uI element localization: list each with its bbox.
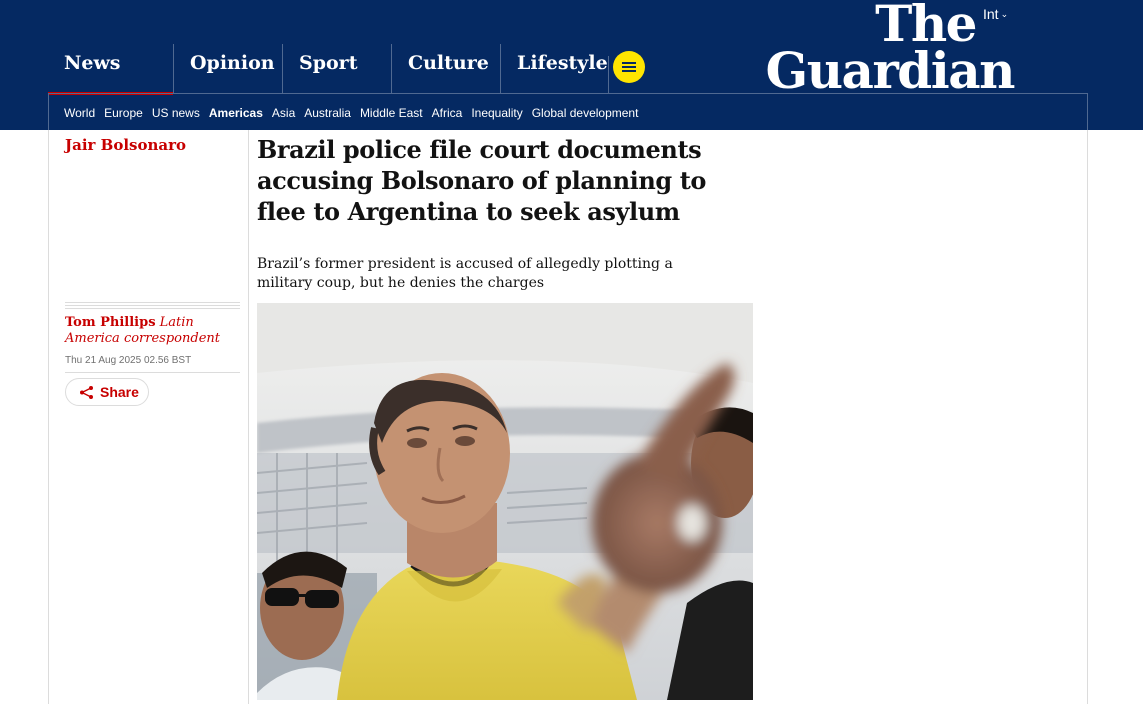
subnav-item-americas[interactable]: Americas xyxy=(209,106,263,120)
byline: Tom Phillips Latin America correspondent xyxy=(65,315,243,347)
column-divider-left xyxy=(48,130,49,704)
logo-line-2: Guardian xyxy=(765,41,1016,100)
pillar-culture[interactable]: Culture xyxy=(391,44,500,94)
pillar-divider xyxy=(608,56,609,94)
meta-divider xyxy=(65,372,240,373)
pillar-opinion[interactable]: Opinion xyxy=(173,44,282,94)
subnav-item-australia[interactable]: Australia xyxy=(304,106,351,120)
pillar-lifestyle[interactable]: Lifestyle xyxy=(500,44,609,94)
logo-line-1: The xyxy=(875,0,977,53)
subnav-item-us-news[interactable]: US news xyxy=(152,106,200,120)
subnav-item-asia[interactable]: Asia xyxy=(272,106,295,120)
subnav-item-inequality[interactable]: Inequality xyxy=(471,106,522,120)
subnav-item-global-development[interactable]: Global development xyxy=(532,106,639,120)
article-standfirst: Brazil’s former president is accused of … xyxy=(257,256,673,291)
section-subnav: World Europe US news Americas Asia Austr… xyxy=(48,93,1088,130)
column-divider-right xyxy=(1087,130,1088,704)
article-headline: Brazil police file court documents accus… xyxy=(257,135,707,226)
pillar-sport[interactable]: Sport xyxy=(282,44,391,94)
series-tag[interactable]: Jair Bolsonaro xyxy=(65,136,186,154)
share-label: Share xyxy=(100,384,139,400)
subnav-item-middle-east[interactable]: Middle East xyxy=(360,106,423,120)
guardian-logo[interactable]: The Guardian xyxy=(746,0,1016,100)
author-name[interactable]: Tom Phillips xyxy=(65,315,156,330)
meta-divider-lines xyxy=(65,302,240,311)
subnav-item-world[interactable]: World xyxy=(64,106,95,120)
pillar-news[interactable]: News xyxy=(48,44,173,95)
column-divider-middle xyxy=(248,130,249,704)
subnav-item-africa[interactable]: Africa xyxy=(432,106,463,120)
site-header: Int ⌄ The Guardian News Opinion Sport Cul… xyxy=(0,0,1143,130)
share-button[interactable]: Share xyxy=(65,378,149,406)
share-icon xyxy=(79,385,94,400)
publish-date[interactable]: Thu 21 Aug 2025 02.56 BST xyxy=(65,355,191,366)
main-photo xyxy=(257,303,753,700)
subnav-item-europe[interactable]: Europe xyxy=(104,106,143,120)
menu-button[interactable] xyxy=(613,51,645,83)
